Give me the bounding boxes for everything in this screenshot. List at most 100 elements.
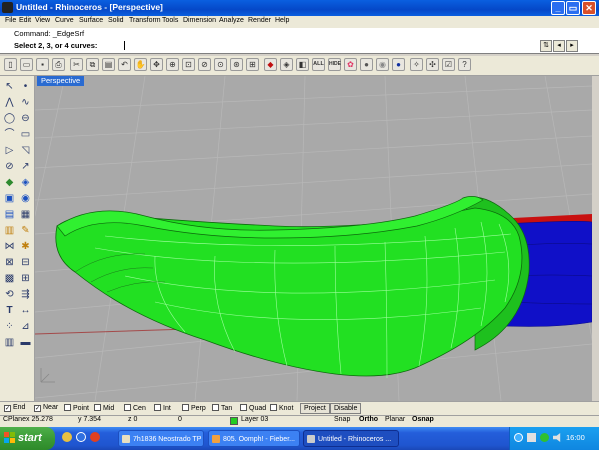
rotate-view-icon[interactable]: ✥ — [150, 58, 163, 71]
menu-curve[interactable]: Curve — [55, 17, 74, 24]
layer-color-swatch[interactable] — [230, 417, 238, 425]
ungroup-icon[interactable]: ⊞ — [19, 272, 32, 285]
polygon-icon[interactable]: ▷ — [3, 144, 16, 157]
extrude-icon[interactable]: ◈ — [19, 176, 32, 189]
zoom-icon[interactable]: ⊕ — [166, 58, 179, 71]
menu-dimension[interactable]: Dimension — [183, 17, 216, 24]
osnap-tan-checkbox[interactable] — [212, 404, 219, 411]
viewport-title-tab[interactable]: Perspective — [37, 76, 85, 86]
zoom-extents-icon[interactable]: ⊘ — [198, 58, 211, 71]
menu-transform[interactable]: Transform — [129, 17, 161, 24]
copy-icon[interactable]: ⧉ — [86, 58, 99, 71]
task-oomph[interactable]: 805. Oomph! - Fieber... — [208, 430, 300, 447]
menu-view[interactable]: View — [35, 17, 50, 24]
menu-render[interactable]: Render — [248, 17, 271, 24]
cylinder-icon[interactable]: ▤ — [3, 208, 16, 221]
command-prompt[interactable]: Select 2, 3, or 4 curves: — [14, 41, 97, 50]
quicklaunch-browser-icon[interactable] — [62, 432, 72, 442]
sphere-icon[interactable]: ◉ — [376, 58, 389, 71]
color-wheel-icon[interactable]: ✿ — [344, 58, 357, 71]
osnap-cen-checkbox[interactable] — [124, 404, 131, 411]
text-object-icon[interactable]: ✎ — [19, 224, 32, 237]
shade-icon[interactable]: ◧ — [296, 58, 309, 71]
fillet-curve-icon[interactable]: ◹ — [19, 144, 32, 157]
osnap-point-checkbox[interactable] — [64, 404, 71, 411]
minimize-button[interactable]: _ — [551, 1, 565, 15]
disable-button[interactable]: Disable — [330, 403, 362, 414]
polyline-icon[interactable]: ⋀ — [3, 96, 16, 109]
osnap-quad[interactable]: Quad — [240, 404, 266, 412]
paste-icon[interactable]: ▤ — [102, 58, 115, 71]
properties-icon[interactable]: ☑ — [442, 58, 455, 71]
help-icon[interactable]: ? — [458, 58, 471, 71]
cut-icon[interactable]: ✂ — [70, 58, 83, 71]
osnap-near-checkbox[interactable]: ✓ — [34, 405, 41, 412]
maximize-button[interactable]: ▭ — [566, 1, 580, 15]
rectangle-icon[interactable]: ▭ — [19, 128, 32, 141]
box-icon[interactable]: ▣ — [3, 192, 16, 205]
curve-icon[interactable]: ∿ — [19, 96, 32, 109]
options-icon[interactable]: ▬ — [19, 336, 32, 349]
zoom-selected-icon[interactable]: ⊙ — [214, 58, 227, 71]
perspective-viewport[interactable] — [35, 76, 592, 401]
ellipse-icon[interactable]: ⊖ — [19, 112, 32, 125]
extend-icon[interactable]: ↗ — [19, 160, 32, 173]
osnap-point[interactable]: Point — [64, 404, 89, 412]
text-icon[interactable]: T — [3, 304, 16, 317]
hide-icon[interactable]: HIDE — [328, 58, 341, 71]
project-button[interactable]: Project — [300, 403, 330, 414]
tray-monitor-icon[interactable] — [527, 433, 536, 442]
point-icon[interactable]: • — [19, 80, 32, 93]
osnap-tan[interactable]: Tan — [212, 404, 232, 412]
pan-icon[interactable]: ✋ — [134, 58, 147, 71]
four-viewports-icon[interactable]: ⊞ — [246, 58, 259, 71]
menu-file[interactable]: File — [5, 17, 16, 24]
move-icon[interactable]: ⇶ — [19, 288, 32, 301]
osnap-int-checkbox[interactable] — [154, 404, 161, 411]
analyze-icon[interactable]: ⊿ — [19, 320, 32, 333]
join-icon[interactable]: ⋈ — [3, 240, 16, 253]
close-button[interactable]: ✕ — [582, 1, 596, 15]
task-neostrado[interactable]: 7h1836 Neostrado TP — [118, 430, 204, 447]
osnap-knot[interactable]: Knot — [270, 404, 293, 412]
quicklaunch-firefox-icon[interactable] — [90, 432, 100, 442]
planar-toggle[interactable]: Planar — [385, 416, 405, 423]
grid-snap-icon[interactable]: ⁘ — [3, 320, 16, 333]
command-history-spin-button[interactable]: ⇅ — [540, 40, 552, 52]
osnap-mid-checkbox[interactable] — [94, 404, 101, 411]
boolean-icon[interactable]: ▥ — [3, 224, 16, 237]
save-icon[interactable]: ▪ — [36, 58, 49, 71]
open-icon[interactable]: ▭ — [20, 58, 33, 71]
osnap-near[interactable]: ✓ Near — [34, 404, 58, 412]
group-icon[interactable]: ▩ — [3, 272, 16, 285]
task-rhinoceros[interactable]: Untitled - Rhinoceros ... — [303, 430, 399, 447]
menu-edit[interactable]: Edit — [19, 17, 31, 24]
new-icon[interactable]: ▯ — [4, 58, 17, 71]
osnap-toggle[interactable]: Osnap — [412, 416, 434, 423]
snap-toggle[interactable]: Snap — [334, 416, 350, 423]
select-arrow-icon[interactable]: ↖ — [3, 80, 16, 93]
show-all-icon[interactable]: ALL — [312, 58, 325, 71]
surface-corner-icon[interactable]: ◆ — [3, 176, 16, 189]
offset-icon[interactable]: ⊘ — [3, 160, 16, 173]
menu-analyze[interactable]: Analyze — [219, 17, 244, 24]
mesh-icon[interactable]: ▦ — [19, 208, 32, 221]
render-icon[interactable]: ◈ — [280, 58, 293, 71]
circle-icon[interactable]: ◯ — [3, 112, 16, 125]
globe-icon[interactable]: ● — [392, 58, 405, 71]
osnap-knot-checkbox[interactable] — [270, 404, 277, 411]
osnap-end-checkbox[interactable]: ✓ — [4, 405, 11, 412]
rotate-icon[interactable]: ⟲ — [3, 288, 16, 301]
undo-icon[interactable]: ↶ — [118, 58, 131, 71]
sphere-solid-icon[interactable]: ◉ — [19, 192, 32, 205]
menu-help[interactable]: Help — [275, 17, 289, 24]
dimension-icon[interactable]: ↔ — [19, 304, 32, 317]
ortho-toggle[interactable]: Ortho — [359, 416, 378, 423]
quicklaunch-ie-icon[interactable] — [76, 432, 86, 442]
osnap-int[interactable]: Int — [154, 404, 171, 412]
print-icon[interactable]: ⎙ — [52, 58, 65, 71]
osnap-end[interactable]: ✓ End — [4, 404, 25, 412]
settings-icon[interactable]: ✣ — [426, 58, 439, 71]
arc-icon[interactable]: ⌒ — [3, 128, 16, 141]
osnap-perp-checkbox[interactable] — [182, 404, 189, 411]
